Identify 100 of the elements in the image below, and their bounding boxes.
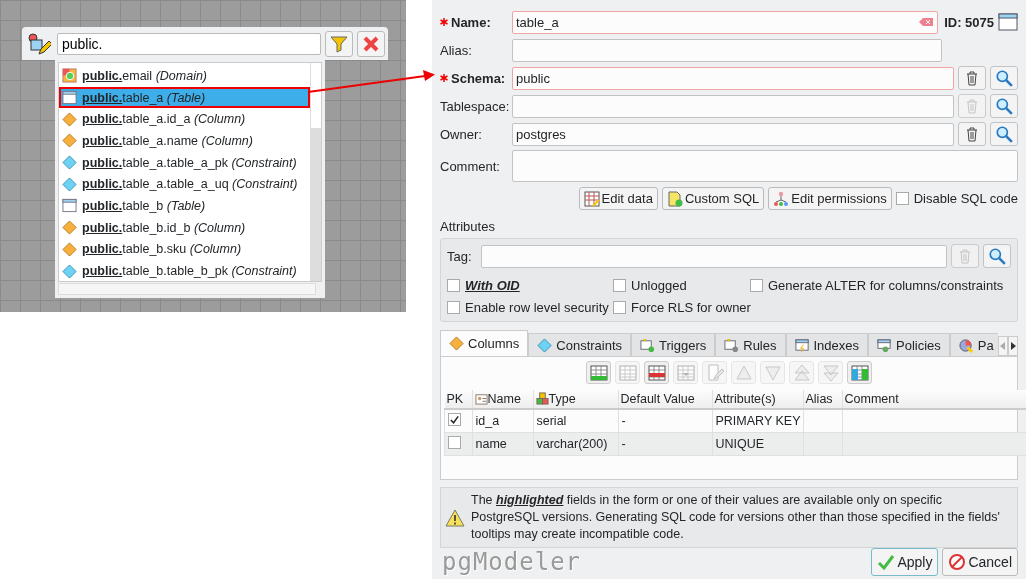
scroll-right-button[interactable] [1008, 336, 1018, 356]
id-label: ID: 5075 [944, 14, 994, 30]
object-field[interactable]: postgres [512, 122, 954, 146]
checkbox[interactable] [447, 279, 460, 292]
tab[interactable]: Triggers [631, 333, 716, 356]
diamond-icon [449, 336, 464, 351]
comment-field[interactable] [512, 150, 1018, 182]
tab[interactable]: Constraints [528, 333, 632, 356]
result-item[interactable]: public.table_a.name (Column) [59, 130, 310, 152]
table-icon [877, 337, 893, 353]
diamond-icon [62, 176, 77, 192]
checkbox[interactable] [447, 301, 460, 314]
logo: pgModeler [442, 548, 582, 576]
apply-button[interactable]: Apply [871, 548, 939, 576]
search-icon [995, 69, 1013, 87]
checkbox[interactable] [613, 279, 626, 292]
toolbar-button[interactable]: Edit permissions [768, 187, 892, 210]
toolbar-button[interactable]: Custom SQL [661, 187, 765, 210]
grid-icon [583, 190, 600, 207]
table-icon [640, 337, 656, 353]
result-item[interactable]: public.table_b.sku (Column) [59, 238, 310, 261]
toolbar-button[interactable] [644, 361, 669, 384]
result-item[interactable]: public.table_a.table_a_uq (Constraint) [59, 173, 310, 196]
search-button[interactable] [983, 244, 1011, 268]
search-icon [988, 247, 1006, 265]
right-icon [1010, 342, 1016, 350]
search-button[interactable] [990, 66, 1018, 90]
result-item[interactable]: public.table_b (Table) [59, 195, 310, 217]
people-icon [773, 190, 790, 207]
grid-icon [850, 363, 869, 382]
checkmark-icon [877, 553, 896, 571]
funnel-icon [329, 33, 350, 54]
column-header[interactable]: Default Value [618, 390, 712, 409]
grid-icon [647, 363, 666, 382]
diamond-icon [62, 220, 77, 236]
name-field[interactable]: table_a [512, 10, 939, 34]
cancel-icon [948, 553, 967, 571]
table-icon [998, 12, 1018, 32]
column-header[interactable]: Name [472, 390, 533, 409]
tab[interactable]: Rules [715, 333, 786, 356]
scrollbar[interactable] [58, 283, 316, 295]
tag-field[interactable] [481, 244, 947, 268]
left-icon [1000, 342, 1006, 350]
column-header[interactable]: Type [533, 390, 618, 409]
delete-button[interactable] [958, 122, 986, 146]
checkbox[interactable] [750, 279, 763, 292]
checkbox[interactable] [613, 301, 626, 314]
diamond-icon [62, 155, 77, 171]
search-field[interactable]: public. [56, 32, 322, 55]
checkbox[interactable] [895, 192, 909, 205]
result-item[interactable]: public.email (Domain) [59, 65, 310, 87]
search-button[interactable] [990, 122, 1018, 146]
table-cell: PRIMARY KEY [712, 409, 803, 433]
checkbox-label: With OID [465, 278, 520, 293]
tab[interactable]: Pa [949, 333, 998, 356]
toolbar-button[interactable] [586, 361, 611, 384]
diamond-icon [62, 263, 77, 279]
table-icon [724, 337, 740, 353]
toolbar-button[interactable]: Edit data [578, 187, 658, 210]
checkbox[interactable] [448, 436, 461, 449]
table-icon [62, 198, 77, 214]
field-label: Owner: [440, 126, 483, 142]
tab[interactable]: Indexes [785, 333, 869, 356]
search-icon [995, 125, 1013, 143]
diamond-icon [62, 133, 77, 149]
field-label: Tablespace: [440, 98, 508, 114]
field-label: Comment: [440, 158, 501, 174]
close-button[interactable] [357, 30, 385, 57]
column-header[interactable]: Comment [842, 390, 1026, 409]
trash-icon [957, 248, 973, 264]
result-item[interactable]: public.table_b.table_b_pk (Constraint) [59, 260, 310, 281]
cancel-button[interactable]: Cancel [942, 548, 1018, 576]
result-item[interactable]: public.table_b.id_b (Column) [59, 216, 310, 239]
result-item[interactable]: public.table_a.table_a_pk (Constraint) [59, 151, 310, 174]
filter-button[interactable] [325, 30, 354, 57]
column-header[interactable]: PK [444, 390, 472, 409]
column-header[interactable]: Attribute(s) [712, 390, 803, 409]
result-item[interactable]: public.table_a (Table) [59, 86, 310, 109]
triangle-icon [821, 363, 840, 382]
tab[interactable]: Policies [868, 333, 950, 356]
document-icon [666, 190, 683, 207]
result-item[interactable]: public.table_a.id_a (Column) [59, 108, 310, 131]
object-field[interactable]: public [512, 66, 954, 90]
toolbar-button[interactable] [847, 361, 872, 384]
tab[interactable]: Columns [440, 330, 529, 356]
triangle-icon [734, 363, 753, 382]
checkbox-label: Disable SQL code [913, 191, 1018, 206]
shapes-pencil-icon [26, 31, 51, 56]
column-header[interactable]: Alias [803, 390, 842, 409]
triangle-icon [763, 363, 782, 382]
alias-field[interactable] [512, 38, 942, 62]
object-button[interactable] [25, 30, 53, 57]
scrollbar[interactable] [310, 63, 321, 281]
search-button[interactable] [990, 94, 1018, 118]
field-label: Tag: [447, 248, 473, 264]
clear-icon [918, 17, 935, 27]
trash-icon [964, 98, 980, 114]
delete-button[interactable] [958, 66, 986, 90]
object-field[interactable] [512, 94, 954, 118]
checkbox[interactable] [448, 413, 461, 427]
